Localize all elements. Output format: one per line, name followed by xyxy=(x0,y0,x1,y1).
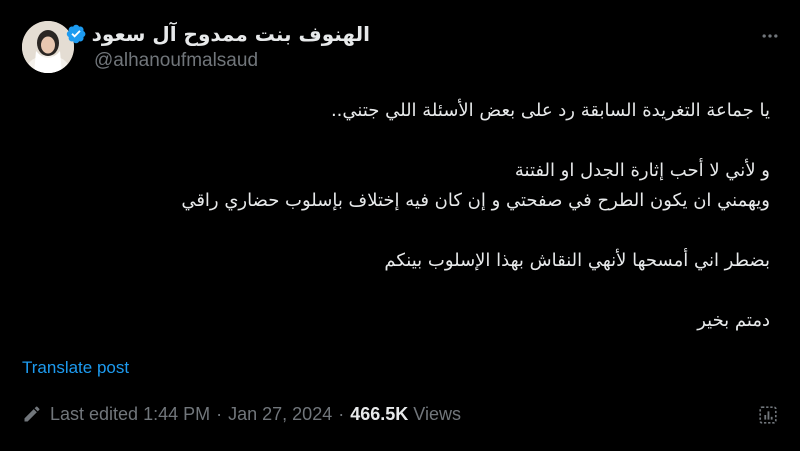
post-meta: Last edited 1:44 PM · Jan 27, 2024 · 466… xyxy=(22,400,461,428)
post-text-line: يا جماعة التغريدة السابقة رد على بعض الأ… xyxy=(330,100,770,121)
verified-badge-icon xyxy=(66,24,86,44)
post-text-gap xyxy=(22,276,770,306)
more-horizontal-icon xyxy=(762,34,778,38)
edited-label[interactable]: Last edited xyxy=(50,404,138,425)
post-text-line: و لأني لا أحب إثارة الجدل او الفتنة xyxy=(514,160,770,181)
post-text-line: دمتم بخير xyxy=(697,310,770,331)
analytics-icon xyxy=(759,406,777,424)
post-text-gap xyxy=(22,126,770,156)
author-handle[interactable]: @alhanoufmalsaud xyxy=(94,48,258,74)
analytics-button[interactable] xyxy=(755,402,781,428)
meta-separator: · xyxy=(338,403,345,424)
post-date[interactable]: Jan 27, 2024 xyxy=(228,404,332,425)
author-name-row: الهنوف بنت ممدوح آل سعود xyxy=(65,20,370,48)
post-text-gap xyxy=(22,216,770,246)
post-text-line: ويهمني ان يكون الطرح في صفحتي و إن كان ف… xyxy=(181,190,770,211)
post-text: يا جماعة التغريدة السابقة رد على بعض الأ… xyxy=(22,96,770,336)
display-name[interactable]: الهنوف بنت ممدوح آل سعود xyxy=(92,20,370,48)
pencil-icon xyxy=(24,406,40,422)
post-text-line: بضطر اني أمسحها لأنهي النقاش بهذا الإسلو… xyxy=(384,250,770,271)
post: الهنوف بنت ممدوح آل سعود @alhanoufmalsau… xyxy=(0,0,800,451)
views-count: 466.5K xyxy=(350,403,409,424)
views-label: Views xyxy=(413,403,461,424)
meta-separator: · xyxy=(216,403,223,424)
post-time[interactable]: 1:44 PM xyxy=(143,404,210,425)
translate-post-link[interactable]: Translate post xyxy=(22,357,129,379)
more-button[interactable] xyxy=(752,18,788,54)
